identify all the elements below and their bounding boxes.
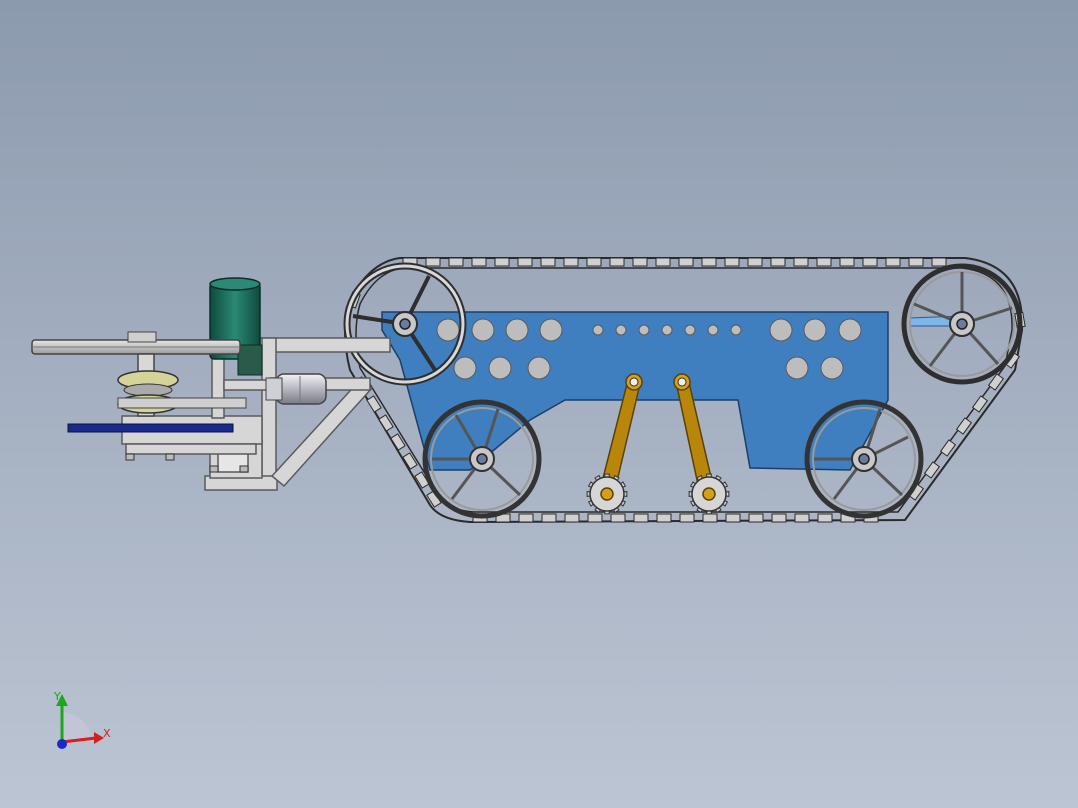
track-link-icon	[770, 257, 786, 267]
track-link-icon	[793, 257, 809, 267]
right-sprocket-icon	[688, 473, 730, 515]
track-link-icon	[655, 257, 671, 267]
x-axis-label: X	[103, 727, 111, 740]
track-link-icon	[471, 257, 487, 267]
coordinate-triad-icon[interactable]: Y X	[53, 690, 111, 749]
track-link-icon	[771, 513, 787, 523]
track-link-icon	[610, 513, 626, 523]
track-link-icon	[494, 257, 510, 267]
y-axis-label: Y	[53, 690, 61, 703]
frame-vertical-post	[211, 357, 225, 419]
track-link-icon	[390, 433, 406, 451]
track-link-icon	[679, 513, 695, 523]
track-link-icon	[425, 257, 441, 267]
track-link-icon	[587, 513, 603, 523]
track-link-icon	[448, 257, 464, 267]
frame-top-rail	[259, 337, 391, 353]
track-link-icon	[540, 257, 556, 267]
track-link-icon	[518, 513, 534, 523]
track-link-icon	[748, 513, 764, 523]
track-link-icon	[862, 257, 878, 267]
track-link-icon	[633, 513, 649, 523]
z-axis-dot	[57, 739, 67, 749]
frame-upright	[261, 337, 277, 489]
track-link-icon	[656, 513, 672, 523]
track-link-icon	[908, 257, 924, 267]
track-link-icon	[632, 257, 648, 267]
track-link-icon	[564, 513, 580, 523]
track-link-icon	[839, 257, 855, 267]
track-link-icon	[678, 257, 694, 267]
track-link-icon	[817, 513, 833, 523]
track-link-icon	[725, 513, 741, 523]
track-link-icon	[794, 513, 810, 523]
cad-viewport[interactable]: Y X	[0, 0, 1078, 808]
linear-actuator	[265, 373, 327, 405]
crawler-robot-drawing: Y X	[31, 257, 1026, 749]
track-link-icon	[931, 257, 947, 267]
track-link-icon	[702, 513, 718, 523]
track-link-icon	[816, 257, 832, 267]
left-sprocket-icon	[586, 473, 628, 515]
blue-base-plate	[67, 423, 234, 433]
track-link-icon	[609, 257, 625, 267]
track-link-icon	[563, 257, 579, 267]
track-link-icon	[747, 257, 763, 267]
track-link-icon	[586, 257, 602, 267]
track-link-icon	[541, 513, 557, 523]
track-link-icon	[402, 452, 418, 470]
track-link-icon	[724, 257, 740, 267]
track-link-icon	[885, 257, 901, 267]
chassis-plate	[381, 311, 961, 471]
track-link-icon	[517, 257, 533, 267]
track-link-icon	[701, 257, 717, 267]
